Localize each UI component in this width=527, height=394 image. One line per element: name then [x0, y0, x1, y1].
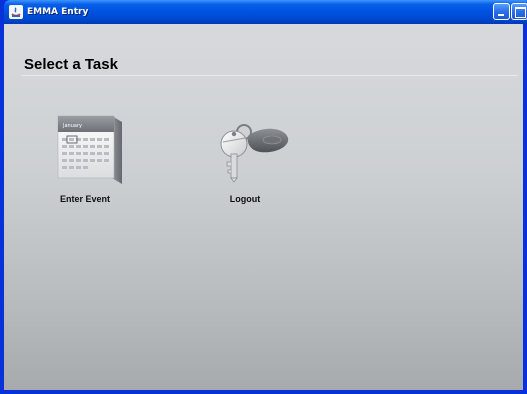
window-title: EMMA Entry	[27, 7, 89, 17]
enter-event-task[interactable]: January Enter Event	[30, 106, 140, 206]
title-bar[interactable]: EMMA Entry	[4, 0, 527, 24]
maximize-icon[interactable]	[511, 3, 527, 20]
java-app-icon[interactable]	[9, 5, 23, 19]
calendar-icon: January	[57, 115, 122, 184]
enter-event-label: Enter Event	[59, 194, 110, 204]
main-panel: Select a Task January Enter Event Logout	[4, 24, 523, 390]
key-icon	[220, 124, 289, 183]
page-title: Select a Task	[24, 56, 118, 73]
logout-task[interactable]: Logout	[190, 106, 300, 206]
logout-label: Logout	[229, 194, 261, 204]
minimize-icon[interactable]	[493, 3, 510, 20]
heading-divider	[22, 75, 518, 76]
calendar-month-label: January	[62, 123, 82, 129]
